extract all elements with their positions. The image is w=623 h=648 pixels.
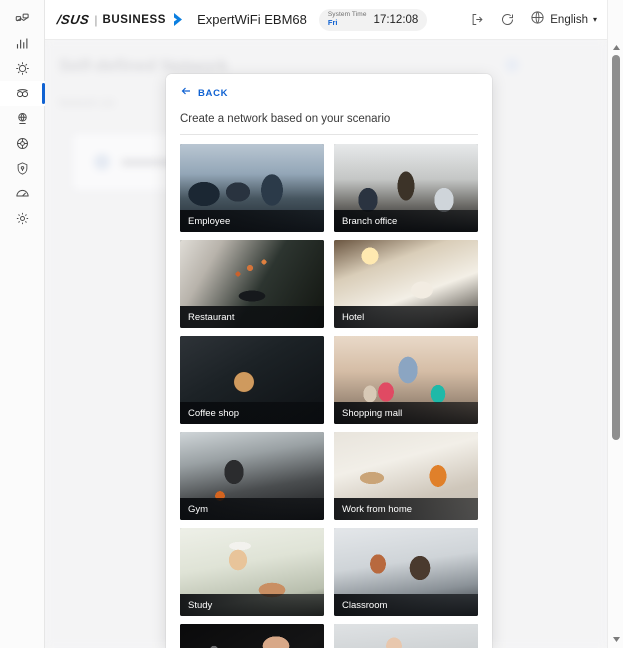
system-wheel-icon: [15, 136, 30, 151]
scenario-card-grid: Employee Branch office Restaurant Hotel: [166, 135, 492, 648]
insight-icon: [15, 186, 30, 201]
wifi-network-icon: [15, 86, 30, 101]
scenario-card[interactable]: Restaurant: [180, 240, 324, 328]
scenario-card-label: Classroom: [334, 594, 478, 616]
system-time-pill: System Time Fri 17:12:08: [318, 8, 428, 31]
scroll-up-arrow[interactable]: [608, 40, 623, 54]
scenario-card-label-text: Classroom: [342, 599, 388, 611]
scenario-card[interactable]: Shopping mall: [334, 336, 478, 424]
statistics-chart-icon: [15, 36, 30, 51]
scenario-photo-partial-a: [180, 624, 324, 648]
scenario-card-label-text: Coffee shop: [188, 407, 240, 419]
system-time-clock: 17:12:08: [373, 13, 419, 26]
globe-icon: [530, 10, 545, 30]
scenario-card-label-text: Gym: [188, 503, 209, 515]
language-label: English: [550, 13, 588, 26]
scenario-card[interactable]: Hotel: [334, 240, 478, 328]
sidebar-item-insight[interactable]: [0, 181, 45, 206]
shield-security-icon: [15, 161, 30, 176]
chevron-right-icon: [173, 12, 186, 27]
scenario-card-label-text: Branch office: [342, 215, 398, 227]
scenario-card-label: Branch office: [334, 210, 478, 232]
brand-logo: /SUS | BUSINESS: [55, 12, 186, 27]
scenario-card[interactable]: [180, 624, 324, 648]
reboot-icon[interactable]: [500, 12, 515, 27]
scenario-card-label: Shopping mall: [334, 402, 478, 424]
decoration-dot: [505, 58, 519, 72]
scenario-card-label: Employee: [180, 210, 324, 232]
scenario-card-label-text: Shopping mall: [342, 407, 403, 419]
background-subtext: Network List: [59, 98, 115, 109]
scenario-card-label-text: Hotel: [342, 311, 365, 323]
sidebar-item-settings[interactable]: [0, 206, 45, 231]
back-label: BACK: [198, 87, 229, 99]
arrow-left-icon: [180, 84, 192, 102]
scenario-card[interactable]: Coffee shop: [180, 336, 324, 424]
scenario-card[interactable]: Gym: [180, 432, 324, 520]
network-map-icon: [15, 11, 30, 26]
scenario-photo-partial-b: [334, 624, 478, 648]
browser-scrollbar[interactable]: [607, 0, 623, 648]
device-model-name: ExpertWiFi EBM68: [197, 12, 307, 27]
brand-separator: |: [94, 12, 98, 27]
scenario-card-label: Work from home: [334, 498, 478, 520]
sidebar-item-clients[interactable]: [0, 56, 45, 81]
modal-title: Create a network based on your scenario: [180, 113, 478, 135]
scenario-card[interactable]: Work from home: [334, 432, 478, 520]
left-icon-rail: [0, 0, 45, 648]
scenario-card-label-text: Employee: [188, 215, 231, 227]
system-time-labels: System Time Fri: [328, 12, 367, 26]
globe-network-icon: [15, 111, 30, 126]
scenario-card-label: Study: [180, 594, 324, 616]
logout-icon[interactable]: [470, 12, 485, 27]
scenario-card[interactable]: Study: [180, 528, 324, 616]
back-button[interactable]: BACK: [180, 84, 228, 102]
scenario-card-label-text: Work from home: [342, 503, 413, 515]
scenario-card[interactable]: Employee: [180, 144, 324, 232]
background-heading: Self-defined Network: [59, 56, 229, 75]
clients-icon: [15, 61, 30, 76]
app-window: Self-defined Network Network List /SUS |…: [0, 0, 623, 648]
scenario-card-label-text: Restaurant: [188, 311, 235, 323]
scroll-down-arrow[interactable]: [608, 632, 623, 646]
gear-settings-icon: [15, 211, 30, 226]
language-selector[interactable]: English ▾: [530, 10, 597, 30]
scenario-modal: BACK Create a network based on your scen…: [166, 74, 492, 648]
scenario-card-label-text: Study: [188, 599, 213, 611]
scenario-card-label: Hotel: [334, 306, 478, 328]
sidebar-item-security[interactable]: [0, 156, 45, 181]
scenario-card-label: Gym: [180, 498, 324, 520]
modal-header: BACK Create a network based on your scen…: [166, 74, 492, 135]
asus-wordmark: /SUS: [55, 12, 91, 27]
top-header: /SUS | BUSINESS ExpertWiFi EBM68 System …: [45, 0, 607, 40]
sidebar-item-internet[interactable]: [0, 106, 45, 131]
plus-circle-icon: [94, 154, 110, 170]
chevron-down-icon: ▾: [592, 15, 597, 24]
scenario-card[interactable]: [334, 624, 478, 648]
sidebar-item-wifi[interactable]: [0, 81, 45, 106]
sidebar-item-system[interactable]: [0, 131, 45, 156]
scrollbar-thumb[interactable]: [612, 55, 620, 440]
scenario-card-label: Restaurant: [180, 306, 324, 328]
sidebar-item-statistics[interactable]: [0, 31, 45, 56]
scenario-card-label: Coffee shop: [180, 402, 324, 424]
scenario-card[interactable]: Classroom: [334, 528, 478, 616]
system-time-day: Fri: [327, 17, 338, 27]
sidebar-item-network-map[interactable]: [0, 6, 45, 31]
scenario-card[interactable]: Branch office: [334, 144, 478, 232]
business-wordmark: BUSINESS: [102, 13, 167, 26]
header-actions: English ▾: [470, 10, 597, 30]
